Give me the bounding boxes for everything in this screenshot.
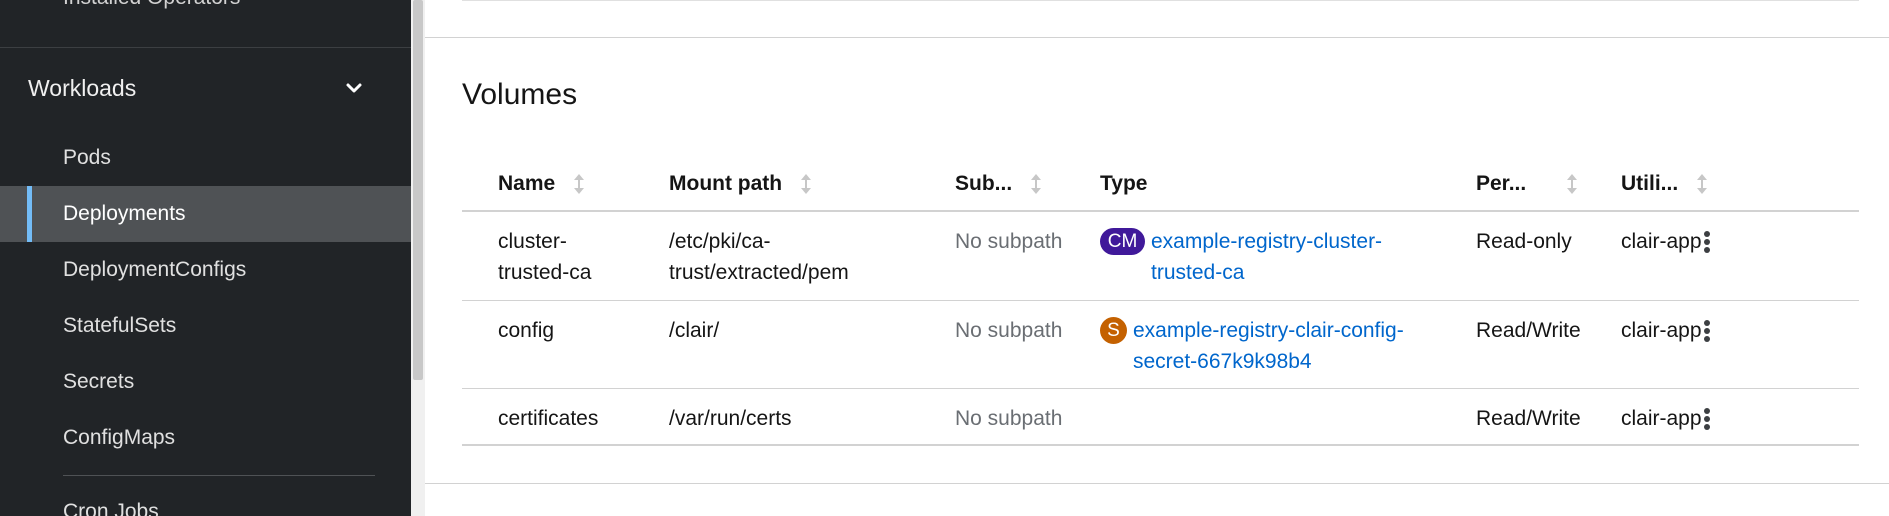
table-row: certificates /var/run/certs No subpath R… (462, 389, 1859, 446)
sidebar-item-secrets[interactable]: Secrets (0, 354, 411, 410)
subpath: No subpath (955, 407, 1063, 430)
mount-path: /clair/ (669, 319, 720, 342)
kebab-icon (1704, 408, 1710, 430)
sidebar-item-deployments[interactable]: Deployments (0, 186, 411, 242)
secret-link[interactable]: example-registry-clair-config- secret-66… (1133, 315, 1404, 377)
column-header-label: Mount path (669, 172, 783, 195)
sidebar-section-label: Workloads (28, 74, 137, 101)
column-header-mount-path[interactable]: Mount path (669, 172, 812, 196)
table-header: Name Mount path Sub... Type Per... Utili… (462, 160, 1859, 212)
link-line: example-registry-clair-config- (1133, 319, 1404, 342)
volume-name-line: trusted-ca (498, 261, 592, 284)
kebab-icon (1704, 320, 1710, 342)
sort-icon (574, 174, 585, 194)
configmap-link[interactable]: example-registry-cluster- trusted-ca (1151, 226, 1382, 288)
column-header-type: Type (1100, 172, 1147, 196)
mount-path-line: /etc/pki/ca- (669, 230, 771, 253)
volumes-heading: Volumes (462, 78, 578, 111)
volume-name: cluster- trusted-ca (498, 226, 591, 288)
permissions: Read/Write (1476, 407, 1581, 430)
divider (462, 0, 1859, 1)
volume-name: certificates (498, 407, 599, 430)
sidebar-item-deploymentconfigs[interactable]: DeploymentConfigs (0, 242, 411, 298)
volume-name: config (498, 319, 555, 342)
table-row: config /clair/ No subpath S example-regi… (462, 301, 1859, 389)
utilized-by: clair-app (1621, 407, 1702, 430)
row-actions-kebab-button[interactable] (1695, 315, 1719, 347)
section-divider (425, 483, 1889, 484)
sidebar-item-statefulsets[interactable]: StatefulSets (0, 298, 411, 354)
column-header-label: Type (1100, 172, 1148, 195)
kebab-icon (1704, 231, 1710, 253)
volume-name-line: cluster- (498, 230, 567, 253)
link-line: trusted-ca (1151, 261, 1245, 284)
mount-path-line: trust/extracted/pem (669, 261, 849, 284)
chevron-down-icon (346, 83, 362, 93)
mount-path: /var/run/certs (669, 407, 792, 430)
row-actions-kebab-button[interactable] (1695, 226, 1719, 258)
sidebar-item-configmaps[interactable]: ConfigMaps (0, 410, 411, 466)
sidebar-section-workloads[interactable]: Workloads (0, 60, 411, 116)
sidebar-item-pods[interactable]: Pods (0, 130, 411, 186)
column-header-label: Sub... (955, 172, 1013, 195)
sidebar: Installed Operators Workloads Pods Deplo… (0, 0, 411, 516)
section-divider (425, 37, 1889, 38)
utilized-by: clair-app (1621, 230, 1702, 253)
sidebar-scrollbar-thumb[interactable] (413, 0, 423, 380)
volumes-table: Name Mount path Sub... Type Per... Utili… (462, 160, 1859, 446)
column-header-utilized-by[interactable]: Utili... (1621, 172, 1708, 196)
sidebar-item-installed-operators[interactable]: Installed Operators (63, 0, 240, 10)
sidebar-divider (0, 47, 411, 48)
sort-icon (801, 174, 812, 194)
column-header-label: Utili... (1621, 172, 1679, 195)
link-line: secret-667k9k98b4 (1133, 350, 1312, 373)
permissions: Read/Write (1476, 319, 1581, 342)
console-app: Installed Operators Workloads Pods Deplo… (0, 0, 1889, 516)
sidebar-item-cron-jobs[interactable]: Cron Jobs (63, 500, 159, 516)
subpath: No subpath (955, 230, 1063, 253)
sort-icon (1567, 174, 1578, 194)
secret-badge: S (1100, 317, 1127, 344)
column-header-label: Per... (1476, 172, 1527, 195)
permissions: Read-only (1476, 230, 1572, 253)
volume-type: S example-registry-clair-config- secret-… (1100, 315, 1404, 377)
row-actions-kebab-button[interactable] (1695, 403, 1719, 435)
volume-type: CM example-registry-cluster- trusted-ca (1100, 226, 1382, 288)
sidebar-subnav: Pods Deployments DeploymentConfigs State… (0, 130, 411, 466)
column-header-permissions[interactable]: Per... (1476, 172, 1578, 196)
column-header-name[interactable]: Name (498, 172, 585, 196)
sidebar-divider (63, 475, 375, 476)
column-header-label: Name (498, 172, 556, 195)
sort-icon (1031, 174, 1042, 194)
table-row: cluster- trusted-ca /etc/pki/ca- trust/e… (462, 212, 1859, 301)
column-header-subpath[interactable]: Sub... (955, 172, 1042, 196)
configmap-badge: CM (1100, 228, 1145, 255)
link-line: example-registry-cluster- (1151, 230, 1383, 253)
sort-icon (1697, 174, 1708, 194)
subpath: No subpath (955, 319, 1063, 342)
mount-path: /etc/pki/ca- trust/extracted/pem (669, 226, 849, 288)
utilized-by: clair-app (1621, 319, 1702, 342)
main-content: Volumes Name Mount path Sub... Type Per.… (425, 0, 1889, 516)
